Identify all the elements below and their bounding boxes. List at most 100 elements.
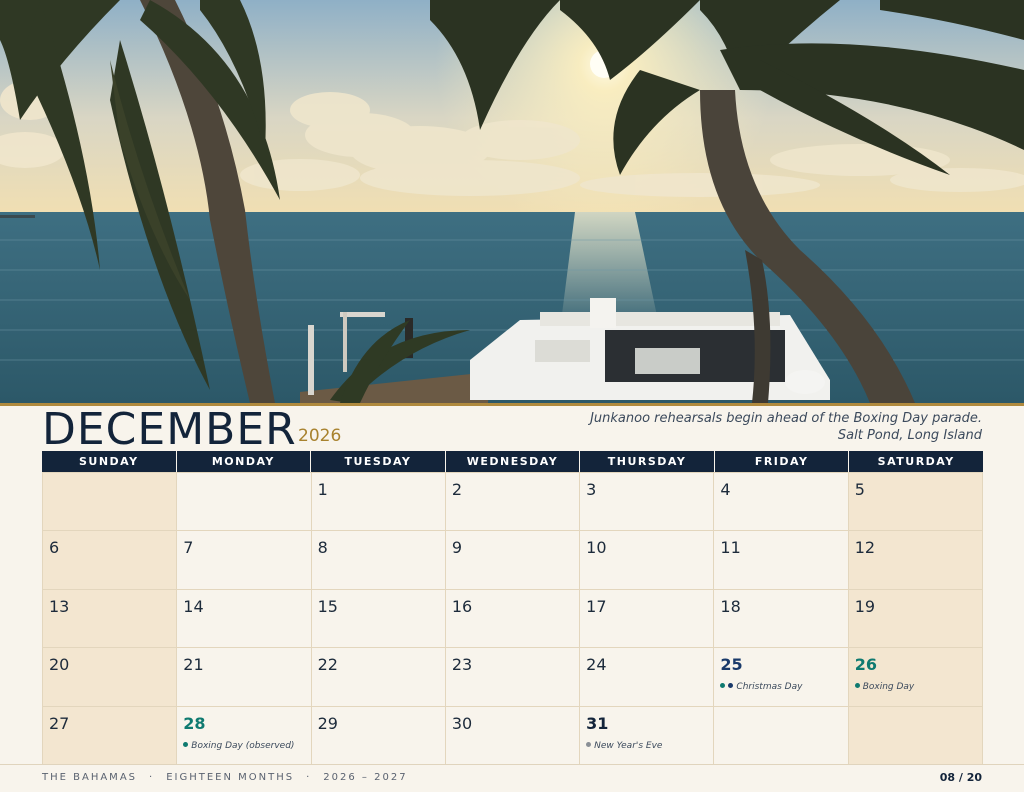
day-cell-empty	[177, 473, 312, 532]
footer-series-title: THE BAHAMAS · EIGHTEEN MONTHS · 2026 – 2027	[42, 772, 408, 783]
holiday-event: Christmas Day	[720, 682, 802, 692]
footer-separator: ·	[149, 772, 155, 783]
day-number: 3	[586, 480, 597, 499]
footer-separator: ·	[306, 772, 312, 783]
day-cell-empty	[43, 473, 178, 532]
day-cell[interactable]: 2	[445, 473, 581, 532]
day-number: 6	[49, 538, 60, 558]
day-number: 13	[49, 596, 70, 616]
weekday-header: WEDNESDAY	[445, 451, 580, 472]
day-cell[interactable]: 12	[848, 531, 983, 590]
day-cell[interactable]: 17	[580, 589, 715, 649]
page-number: 08 / 20	[939, 771, 982, 784]
day-cell[interactable]: 14	[177, 589, 312, 649]
day-number: 29	[317, 713, 338, 733]
day-cell[interactable]: 27	[43, 706, 178, 765]
caption-location: Salt Pond, Long Island	[837, 428, 982, 443]
day-number: 14	[183, 596, 204, 616]
day-number: 10	[586, 538, 607, 558]
day-cell[interactable]: 15	[311, 589, 446, 649]
day-number: 1	[317, 480, 328, 499]
day-cell[interactable]: 24	[580, 648, 715, 707]
day-cell[interactable]: 13	[43, 589, 178, 649]
day-cell[interactable]: 29	[311, 706, 446, 765]
cover-photo	[0, 0, 1024, 403]
day-number: 11	[720, 538, 741, 558]
weekday-header: SUNDAY	[42, 451, 176, 472]
day-number: 20	[49, 655, 70, 675]
day-number: 30	[451, 713, 473, 733]
day-number: 17	[586, 596, 607, 616]
day-number: 18	[720, 596, 741, 616]
day-number: 7	[183, 538, 194, 558]
day-number: 24	[586, 655, 607, 675]
day-cell-boxing-day-observed[interactable]: 28 Boxing Day (observed)	[177, 706, 312, 765]
day-cell[interactable]: 8	[311, 531, 446, 590]
footer-series-name: EIGHTEEN MONTHS	[166, 772, 295, 783]
day-cell[interactable]: 30	[445, 706, 581, 765]
holiday-event: Boxing Day (observed)	[183, 741, 294, 751]
photo-caption: Junkanoo rehearsals begin ahead of the B…	[590, 410, 982, 444]
day-number: 25	[720, 655, 743, 675]
holiday-label: New Year's Eve	[594, 740, 663, 751]
day-number: 31	[586, 713, 609, 733]
footer-series-place: THE BAHAMAS	[42, 772, 138, 783]
calendar-grid: SUNDAY MONDAY TUESDAY WEDNESDAY THURSDAY…	[42, 451, 983, 765]
day-number: 19	[854, 596, 876, 616]
day-cell[interactable]: 20	[43, 648, 178, 707]
caption-text: Junkanoo rehearsals begin ahead of the B…	[590, 411, 982, 426]
weekday-header: THURSDAY	[580, 451, 714, 472]
holiday-label: Boxing Day	[862, 682, 915, 693]
holiday-event: Boxing Day	[854, 682, 915, 693]
day-cell[interactable]: 5	[848, 473, 983, 532]
day-number: 5	[854, 480, 865, 499]
day-number: 26	[854, 655, 877, 675]
day-cell[interactable]: 3	[580, 473, 715, 532]
calendar-weeks: 1 2 3 4 5 6 7 8 9 10 11 12 13 14 15 16 1…	[42, 472, 983, 765]
month-title: DECEMBER	[42, 404, 297, 455]
weekday-header: SATURDAY	[849, 451, 983, 472]
holiday-event: New Year's Eve	[586, 741, 662, 751]
weekday-header-row: SUNDAY MONDAY TUESDAY WEDNESDAY THURSDAY…	[42, 451, 983, 472]
holiday-label: Christmas Day	[736, 682, 803, 693]
day-number: 22	[317, 655, 338, 675]
day-cell[interactable]: 9	[445, 531, 581, 590]
day-cell[interactable]: 7	[177, 531, 312, 590]
day-number: 4	[720, 480, 731, 499]
holiday-dot-icon	[720, 683, 726, 689]
day-cell[interactable]: 11	[714, 531, 849, 590]
day-cell[interactable]: 1	[311, 473, 446, 532]
holiday-label: Boxing Day (observed)	[191, 740, 295, 751]
footer-series-years: 2026 – 2027	[323, 772, 408, 783]
day-number: 28	[183, 713, 206, 733]
day-cell-christmas[interactable]: 25 Christmas Day	[714, 648, 849, 707]
day-cell[interactable]: 23	[445, 648, 581, 707]
day-cell[interactable]: 21	[177, 648, 312, 707]
weekday-header: FRIDAY	[714, 451, 849, 472]
day-cell[interactable]: 16	[445, 589, 581, 649]
day-cell[interactable]: 4	[714, 473, 849, 532]
day-cell[interactable]: 19	[848, 589, 983, 649]
day-cell[interactable]: 18	[714, 589, 849, 649]
holiday-dot-icon	[183, 741, 189, 747]
day-number: 16	[451, 596, 473, 616]
day-cell-boxing-day[interactable]: 26 Boxing Day	[848, 648, 983, 707]
day-number: 8	[317, 538, 328, 558]
day-cell[interactable]: 22	[311, 648, 446, 707]
day-cell[interactable]: 10	[580, 531, 715, 590]
day-number: 27	[49, 713, 70, 733]
footer-divider	[0, 764, 1024, 765]
year-label: 2026	[298, 426, 342, 446]
day-cell-new-years-eve[interactable]: 31 New Year's Eve	[580, 706, 715, 765]
day-number: 12	[854, 538, 876, 558]
day-cell[interactable]: 6	[43, 531, 178, 590]
beach-sunset-photo	[0, 0, 1024, 403]
holiday-dot-icon	[728, 683, 734, 689]
day-number: 21	[183, 655, 204, 675]
day-number: 23	[451, 655, 473, 675]
day-number: 15	[317, 596, 338, 616]
day-cell-empty	[848, 706, 983, 765]
weekday-header: TUESDAY	[311, 451, 445, 472]
holiday-dot-icon	[854, 683, 860, 689]
observance-dot-icon	[586, 741, 592, 747]
